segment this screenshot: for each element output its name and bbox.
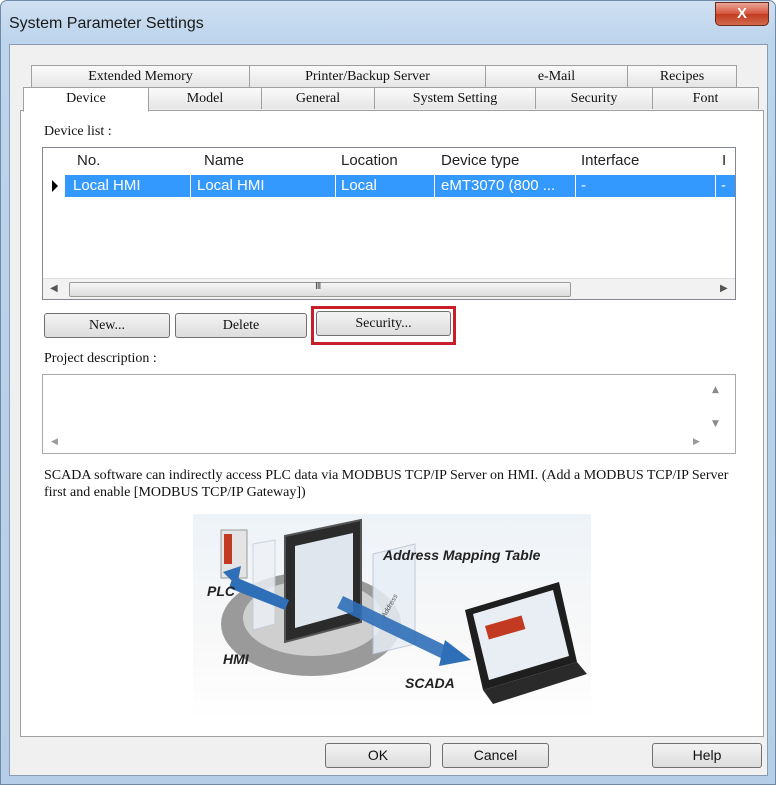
column-interface[interactable]: Interface xyxy=(581,152,639,169)
scada-arrowhead-icon xyxy=(439,640,471,666)
hmi-screen xyxy=(295,533,353,628)
tab-system-setting[interactable]: System Setting xyxy=(374,87,536,109)
column-device-type[interactable]: Device type xyxy=(441,152,519,169)
tab-row-front: Device Model General System Setting Secu… xyxy=(23,87,759,112)
cell-name: Local HMI xyxy=(197,177,265,194)
horizontal-scrollbar[interactable]: ◀ III ▶ xyxy=(43,278,735,299)
cell-separator xyxy=(190,175,191,197)
cell-separator xyxy=(434,175,435,197)
new-button[interactable]: New... xyxy=(44,313,170,338)
scroll-left-icon[interactable]: ◀ xyxy=(50,283,58,294)
close-button[interactable]: X xyxy=(715,2,769,26)
scroll-thumb[interactable]: III xyxy=(69,281,571,297)
address-mapping-diagram: Address Mapping Table PLC HMI SCADA Addr… xyxy=(193,514,591,720)
table-row[interactable]: Local HMI Local HMI Local eMT3070 (800 .… xyxy=(65,175,735,197)
scroll-right-icon[interactable]: ▶ xyxy=(693,437,700,447)
tab-device[interactable]: Device xyxy=(23,87,149,112)
scada-label: SCADA xyxy=(405,675,455,691)
column-no[interactable]: No. xyxy=(77,152,100,169)
project-description-field[interactable]: ▲ ▼ ◀ ▶ xyxy=(42,374,736,454)
hmi-label: HMI xyxy=(223,651,250,667)
tab-printer-backup-server[interactable]: Printer/Backup Server xyxy=(249,65,486,87)
plc-label: PLC xyxy=(207,583,236,599)
cancel-button[interactable]: Cancel xyxy=(442,743,549,768)
delete-button[interactable]: Delete xyxy=(175,313,307,338)
column-extra[interactable]: I xyxy=(722,152,726,169)
row-pointer-icon xyxy=(52,180,58,192)
device-list[interactable]: No. Name Location Device type Interface … xyxy=(42,147,736,300)
tab-row-back: Extended Memory Printer/Backup Server e-… xyxy=(31,65,737,87)
cell-separator xyxy=(335,175,336,197)
help-button[interactable]: Help xyxy=(652,743,762,768)
scroll-left-icon[interactable]: ◀ xyxy=(51,437,58,447)
cell-extra: - xyxy=(721,177,726,194)
tab-security[interactable]: Security xyxy=(535,87,653,109)
diagram-illustration: Address Mapping Table PLC HMI SCADA Addr… xyxy=(207,518,587,704)
ok-button[interactable]: OK xyxy=(325,743,431,768)
cell-no: Local HMI xyxy=(73,177,141,194)
tab-font[interactable]: Font xyxy=(652,87,759,109)
cell-location: Local xyxy=(341,177,377,194)
scroll-up-icon[interactable]: ▲ xyxy=(712,385,719,395)
gateway-info-text: SCADA software can indirectly access PLC… xyxy=(44,468,729,500)
tab-email[interactable]: e-Mail xyxy=(485,65,628,87)
diagram-title: Address Mapping Table xyxy=(382,547,541,563)
plc-led-strip xyxy=(224,534,232,564)
cell-interface: - xyxy=(581,177,586,194)
tab-extended-memory[interactable]: Extended Memory xyxy=(31,65,250,87)
device-list-header: No. Name Location Device type Interface … xyxy=(43,148,735,174)
scroll-down-icon[interactable]: ▼ xyxy=(712,419,719,429)
tab-model[interactable]: Model xyxy=(148,87,262,109)
cell-separator xyxy=(575,175,576,197)
project-description-label: Project description : xyxy=(44,351,157,366)
device-list-label: Device list : xyxy=(44,124,112,139)
column-location[interactable]: Location xyxy=(341,152,398,169)
column-name[interactable]: Name xyxy=(204,152,244,169)
cell-separator xyxy=(715,175,716,197)
window-title: System Parameter Settings xyxy=(9,15,204,32)
security-highlight-box xyxy=(311,306,456,345)
cell-device-type: eMT3070 (800 ... xyxy=(441,177,556,194)
tab-general[interactable]: General xyxy=(261,87,375,109)
scroll-grip: III xyxy=(315,281,321,292)
mapping-plane xyxy=(252,539,276,631)
tab-recipes[interactable]: Recipes xyxy=(627,65,737,87)
title-bar[interactable]: System Parameter Settings X xyxy=(1,1,775,45)
scroll-right-icon[interactable]: ▶ xyxy=(720,283,728,294)
